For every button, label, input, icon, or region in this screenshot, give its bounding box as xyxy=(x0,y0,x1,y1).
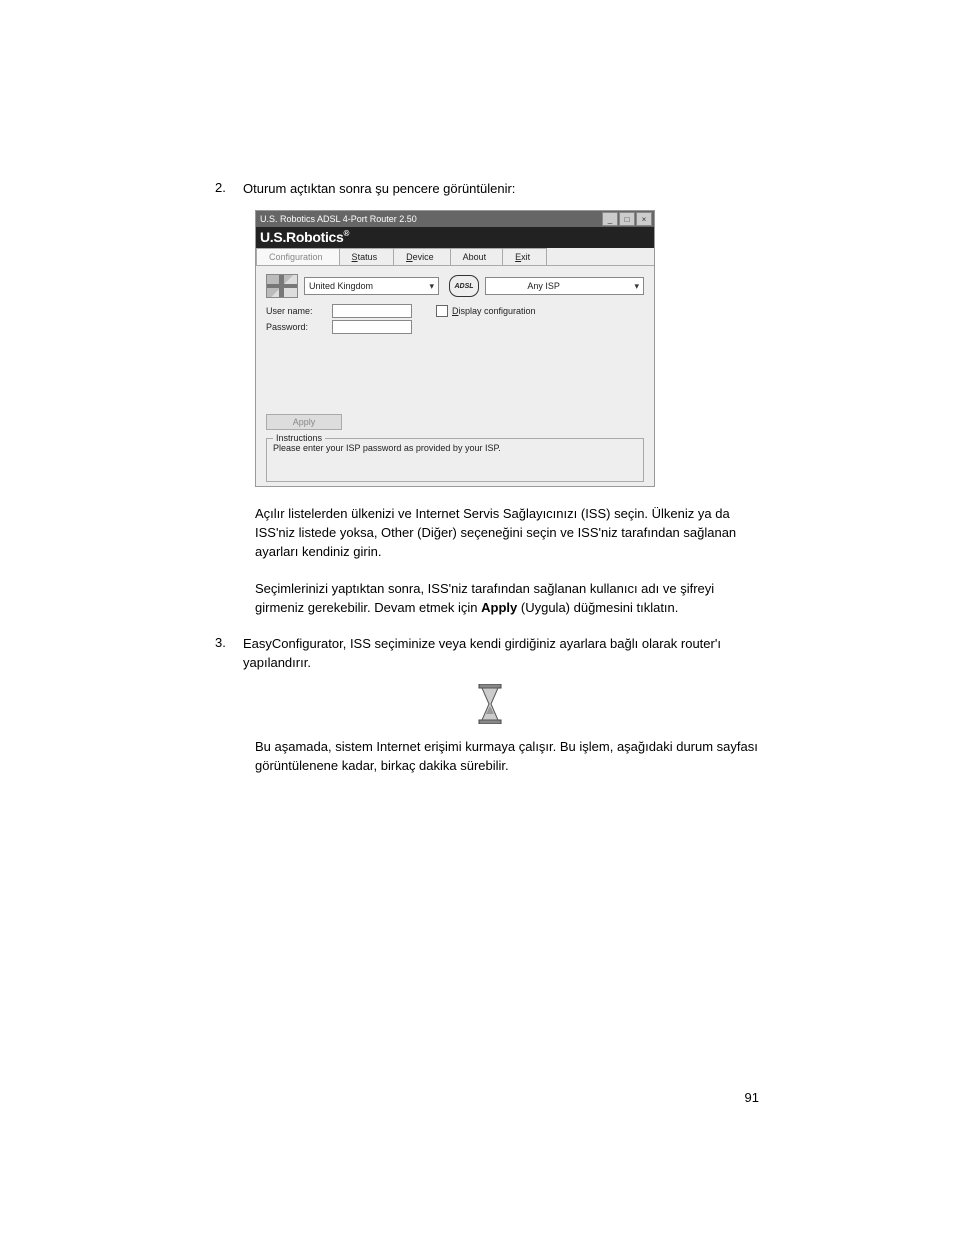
username-label: User name: xyxy=(266,306,326,316)
password-label: Password: xyxy=(266,322,326,332)
isp-select[interactable]: Any ISP ▾ xyxy=(485,277,644,295)
chevron-down-icon: ▾ xyxy=(429,281,434,292)
title-bar: U.S. Robotics ADSL 4-Port Router 2.50 _ … xyxy=(256,211,654,227)
hourglass-icon xyxy=(477,684,503,724)
tab-configuration[interactable]: Configuration xyxy=(256,248,340,265)
step-number-2: 2. xyxy=(215,180,243,198)
step-number-3: 3. xyxy=(215,635,243,671)
instructions-text: Please enter your ISP password as provid… xyxy=(273,443,501,453)
chevron-down-icon: ▾ xyxy=(634,281,639,292)
close-button[interactable]: × xyxy=(636,212,652,226)
paragraph-1: Açılır listelerden ülkenizi ve Internet … xyxy=(255,505,764,562)
maximize-button[interactable]: □ xyxy=(619,212,635,226)
country-value: United Kingdom xyxy=(309,281,373,291)
page-number: 91 xyxy=(745,1090,759,1105)
display-config-label: Display configuration xyxy=(452,306,536,316)
isp-value: Any ISP xyxy=(527,281,560,291)
brand-text: U.S.Robotics xyxy=(260,229,344,245)
apply-button[interactable]: Apply xyxy=(266,414,342,430)
display-config-checkbox[interactable] xyxy=(436,305,448,317)
username-input[interactable] xyxy=(332,304,412,318)
instructions-legend: Instructions xyxy=(273,433,325,443)
flag-icon xyxy=(266,274,298,298)
country-select[interactable]: United Kingdom ▾ xyxy=(304,277,439,295)
step2-lead: Oturum açtıktan sonra şu pencere görüntü… xyxy=(243,180,764,198)
password-input[interactable] xyxy=(332,320,412,334)
tab-strip: Configuration Status Device About Exit xyxy=(256,248,654,266)
instructions-box: Instructions Please enter your ISP passw… xyxy=(266,438,644,482)
tab-device[interactable]: Device xyxy=(393,248,451,265)
brand-reg: ® xyxy=(344,229,350,238)
adsl-badge: ADSL xyxy=(449,275,479,297)
tab-about[interactable]: About xyxy=(450,248,504,265)
paragraph-3: Bu aşamada, sistem Internet erişimi kurm… xyxy=(255,738,764,776)
paragraph-2: Seçimlerinizi yaptıktan sonra, ISS'niz t… xyxy=(255,580,764,618)
config-panel: United Kingdom ▾ ADSL Any ISP ▾ User nam… xyxy=(256,266,654,486)
tab-status[interactable]: Status xyxy=(339,248,395,265)
tab-exit[interactable]: Exit xyxy=(502,248,547,265)
app-window: U.S. Robotics ADSL 4-Port Router 2.50 _ … xyxy=(255,210,655,487)
step3-lead: EasyConfigurator, ISS seçiminize veya ke… xyxy=(243,635,764,671)
brand-bar: U.S.Robotics® xyxy=(256,227,654,248)
window-title: U.S. Robotics ADSL 4-Port Router 2.50 xyxy=(258,214,601,224)
minimize-button[interactable]: _ xyxy=(602,212,618,226)
